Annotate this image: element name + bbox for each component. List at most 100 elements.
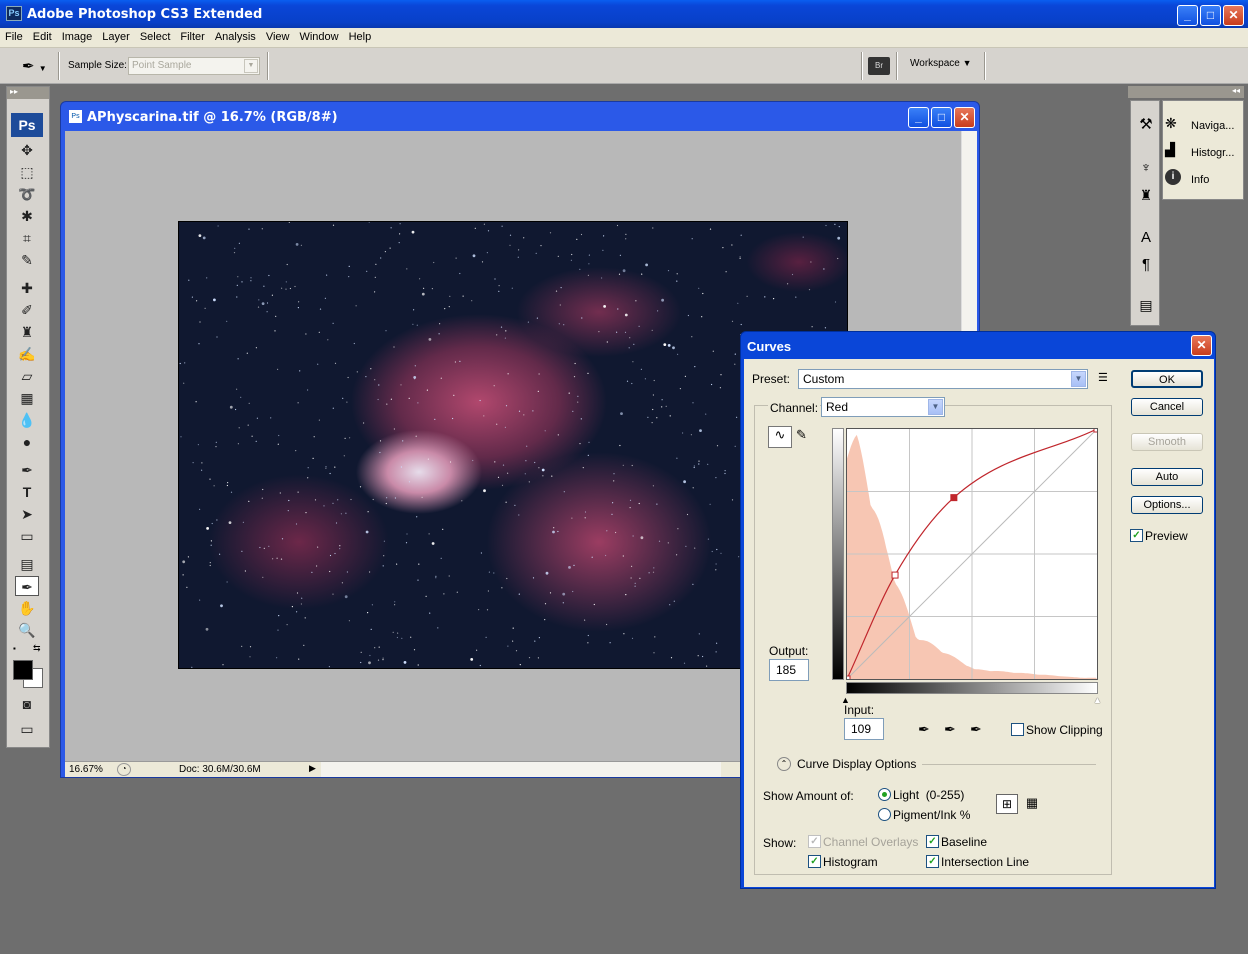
curve-points-tool-icon[interactable]: ∿ [768,426,792,448]
preview-checkbox[interactable]: ✓ [1130,529,1143,542]
menu-window[interactable]: Window [294,28,343,43]
channel-select[interactable]: Red ▼ [821,397,945,417]
auto-button[interactable]: Auto [1131,468,1203,486]
white-point-slider[interactable]: ▲ [1093,695,1102,705]
show-clipping-checkbox[interactable] [1011,723,1024,736]
screen-mode-icon[interactable]: ▭ [15,719,39,739]
blur-tool-icon[interactable]: 💧 [15,410,39,430]
eyedropper-tool-preset-icon[interactable]: ✒ ▼ [22,57,47,75]
collapse-options-icon[interactable]: ⌃ [777,757,791,771]
horizontal-scrollbar[interactable] [321,762,721,777]
hand-tool-icon[interactable]: ✋ [15,598,39,618]
eyedropper-tool-icon[interactable]: ✒ [15,576,39,596]
close-button[interactable]: ✕ [1223,5,1244,26]
channel-overlays-checkbox[interactable]: ✓ [808,835,821,848]
brush-tool-icon[interactable]: ✐ [15,300,39,320]
status-menu-icon[interactable]: ◔ [117,763,131,776]
menu-filter[interactable]: Filter [175,28,209,43]
pigment-radio[interactable] [878,808,891,821]
marquee-tool-icon[interactable]: ⬚ [15,162,39,182]
minimize-button[interactable]: _ [1177,5,1198,26]
bridge-icon[interactable]: Br [868,57,890,75]
star [679,388,681,390]
histogram-panel-tab[interactable]: ▟ Histogr... [1165,142,1243,164]
dodge-tool-icon[interactable]: ● [15,432,39,452]
menu-select[interactable]: Select [135,28,176,43]
gray-eyedropper-icon[interactable]: ✒ [944,721,956,738]
detailed-grid-icon[interactable]: ▦ [1022,794,1042,814]
navigator-panel-tab[interactable]: ❋ Naviga... [1165,115,1243,137]
light-radio[interactable] [878,788,891,801]
healing-brush-tool-icon[interactable]: ✚ [15,278,39,298]
slice-tool-icon[interactable]: ✎ [15,250,39,270]
star [405,542,408,544]
options-button[interactable]: Options... [1131,496,1203,514]
options-divider [922,764,1096,765]
gradient-tool-icon[interactable]: ▦ [15,388,39,408]
clone-stamp-tool-icon[interactable]: ♜ [15,322,39,342]
ok-button[interactable]: OK [1131,370,1203,388]
output-field[interactable]: 185 [769,659,809,681]
character-icon[interactable]: A [1135,229,1157,251]
eraser-tool-icon[interactable]: ▱ [15,366,39,386]
intersection-line-checkbox[interactable]: ✓ [926,855,939,868]
simple-grid-icon[interactable]: ⊞ [996,794,1018,814]
white-eyedropper-icon[interactable]: ✒ [970,721,982,738]
menu-analysis[interactable]: Analysis [210,28,261,43]
star [412,323,414,325]
black-eyedropper-icon[interactable]: ✒ [918,721,930,738]
foreground-color-swatch[interactable] [13,660,33,680]
star [518,410,521,412]
curve-graph[interactable] [846,428,1098,680]
zoom-tool-icon[interactable]: 🔍 [15,620,39,640]
type-tool-icon[interactable]: T [15,482,39,502]
menu-view[interactable]: View [261,28,295,43]
move-tool-icon[interactable]: ✥ [15,140,39,160]
brushes-icon[interactable]: ♆ [1135,159,1157,181]
dock-header[interactable]: ◂◂ [1128,86,1244,98]
pencil-tool-icon[interactable]: ✎ [796,427,807,443]
doc-minimize-button[interactable]: _ [908,107,929,128]
menu-layer[interactable]: Layer [97,28,135,43]
menu-edit[interactable]: Edit [28,28,57,43]
quick-mask-icon[interactable]: ◙ [15,694,39,714]
histogram-checkbox[interactable]: ✓ [808,855,821,868]
zoom-level[interactable]: 16.67% [69,764,103,775]
path-selection-tool-icon[interactable]: ➤ [15,504,39,524]
crop-tool-icon[interactable]: ⌗ [15,228,39,248]
menu-image[interactable]: Image [57,28,98,43]
curves-close-button[interactable]: ✕ [1191,335,1212,356]
maximize-button[interactable]: □ [1200,5,1221,26]
workspace-menu-button[interactable]: Workspace ▼ [910,58,972,69]
doc-close-button[interactable]: ✕ [954,107,975,128]
notes-tool-icon[interactable]: ▤ [15,554,39,574]
star [507,645,509,647]
preset-select[interactable]: Custom ▼ [798,369,1088,389]
cancel-button[interactable]: Cancel [1131,398,1203,416]
preset-options-icon[interactable]: ☰ [1098,371,1108,384]
status-arrow-icon[interactable]: ▶ [309,763,316,774]
tool-presets-icon[interactable]: ⚒ [1135,115,1157,137]
star [313,436,315,438]
info-panel-tab[interactable]: i Info [1165,169,1243,191]
input-field[interactable]: 109 [844,718,884,740]
menu-help[interactable]: Help [344,28,377,43]
layer-comps-icon[interactable]: ▤ [1135,297,1157,319]
paragraph-icon[interactable]: ¶ [1135,256,1157,278]
default-colors-icon[interactable]: ▪ [13,644,16,653]
menu-file[interactable]: File [0,28,28,43]
history-brush-tool-icon[interactable]: ✍ [15,344,39,364]
clone-source-icon[interactable]: ♜ [1135,187,1157,209]
baseline-checkbox[interactable]: ✓ [926,835,939,848]
swap-colors-icon[interactable]: ⇆ [33,643,41,654]
curve-svg[interactable] [847,429,1097,679]
smooth-button[interactable]: Smooth [1131,433,1203,451]
lasso-tool-icon[interactable]: ➰ [15,184,39,204]
shape-tool-icon[interactable]: ▭ [15,526,39,546]
star [368,661,371,665]
toolbox-header[interactable]: ▸▸ [7,87,49,99]
pen-tool-icon[interactable]: ✒ [15,460,39,480]
sample-size-select[interactable]: Point Sample ▼ [128,57,260,75]
magic-wand-tool-icon[interactable]: ✱ [15,206,39,226]
doc-maximize-button[interactable]: □ [931,107,952,128]
